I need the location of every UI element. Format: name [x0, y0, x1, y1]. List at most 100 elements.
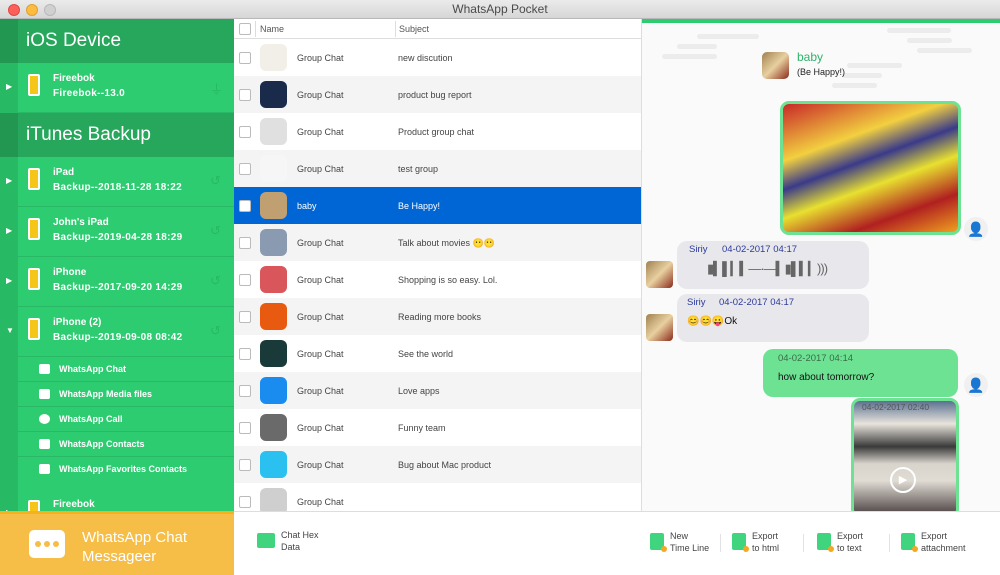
chat-list-row[interactable]: Group Chat: [234, 483, 641, 511]
chat-list-row[interactable]: Group Chat See the world: [234, 335, 641, 372]
row-name: Group Chat: [297, 275, 344, 285]
contact-avatar[interactable]: [762, 52, 789, 79]
row-name: Group Chat: [297, 460, 344, 470]
row-checkbox[interactable]: [239, 385, 251, 397]
restore-icon[interactable]: ↺: [210, 323, 221, 339]
row-name: Group Chat: [297, 386, 344, 396]
ios-device-header: iOS Device: [0, 19, 234, 63]
row-name: Group Chat: [297, 349, 344, 359]
audio-message[interactable]: Siriy 04-02-2017 04:17 ▮▍▌▎▍—·—▍▮▌▍▎))): [677, 241, 869, 289]
row-checkbox[interactable]: [239, 496, 251, 508]
collapse-arrow-icon[interactable]: ▼: [6, 326, 14, 335]
phone-icon: [28, 318, 40, 340]
column-name[interactable]: Name: [260, 24, 284, 34]
row-checkbox[interactable]: [239, 348, 251, 360]
text-message-out[interactable]: 04-02-2017 04:14 how about tomorrow?: [763, 349, 958, 397]
export-attachment-button[interactable]: Export attachment: [901, 530, 966, 554]
chat-list-row[interactable]: Group Chat product bug report: [234, 76, 641, 113]
chat-list-row[interactable]: Group Chat test group: [234, 150, 641, 187]
phone-icon: [28, 218, 40, 240]
chat-list-row[interactable]: Group Chat Love apps: [234, 372, 641, 409]
restore-icon[interactable]: ↺: [210, 273, 221, 289]
backup-item[interactable]: ▶ John's iPad Backup--2019-04-28 18:29 ↺: [0, 207, 234, 257]
chat-list-row[interactable]: Group Chat Reading more books: [234, 298, 641, 335]
expand-arrow-icon[interactable]: ▶: [6, 176, 12, 185]
sender-avatar[interactable]: [646, 261, 673, 288]
column-subject[interactable]: Subject: [399, 24, 429, 34]
title-bar: WhatsApp Pocket: [0, 0, 1000, 19]
minimize-window-button[interactable]: [26, 4, 38, 16]
chat-list-row[interactable]: Group Chat new discution: [234, 39, 641, 76]
export-html-button[interactable]: Export to html: [732, 530, 779, 554]
sidebar-item-whatsapp-contacts[interactable]: WhatsApp Contacts: [0, 432, 234, 457]
contact-icon: [39, 439, 50, 449]
expand-arrow-icon[interactable]: ▶: [6, 226, 12, 235]
group-avatar: [260, 488, 287, 511]
zoom-window-button[interactable]: [44, 4, 56, 16]
folder-chat-icon: [257, 533, 275, 548]
restore-icon[interactable]: ↺: [210, 173, 221, 189]
row-checkbox[interactable]: [239, 163, 251, 175]
audio-waveform-icon[interactable]: ▮▍▌▎▍—·—▍▮▌▍▎))): [707, 261, 828, 277]
group-avatar: [260, 414, 287, 441]
image-message[interactable]: [780, 101, 961, 235]
chat-view: baby (Be Happy!) 👤 Siriy 04-02-2017 04:1…: [642, 19, 1000, 511]
sidebar-item-whatsapp-media[interactable]: WhatsApp Media files: [0, 382, 234, 407]
user-avatar-icon: 👤: [964, 217, 988, 241]
sidebar-item-whatsapp-chat[interactable]: WhatsApp Chat: [0, 357, 234, 382]
chat-contact-name: baby: [797, 50, 824, 64]
backup-item[interactable]: ▶ iPhone Backup--2017-09-20 14:29 ↺: [0, 257, 234, 307]
row-subject: Love apps: [398, 386, 440, 396]
brand-logo: WhatsApp Chat Messageer: [0, 511, 234, 575]
timeline-icon: [650, 533, 667, 552]
phone-icon: [28, 74, 40, 96]
row-checkbox[interactable]: [239, 237, 251, 249]
row-checkbox[interactable]: [239, 126, 251, 138]
close-window-button[interactable]: [8, 4, 20, 16]
sender-avatar[interactable]: [646, 314, 673, 341]
group-avatar: [260, 377, 287, 404]
chat-list: Name Subject Group Chat new discution Grou…: [234, 19, 642, 511]
row-name: Group Chat: [297, 53, 344, 63]
chat-hex-data-button[interactable]: Chat Hex Data: [257, 529, 319, 553]
export-text-button[interactable]: Export to text: [817, 530, 863, 554]
chat-list-row[interactable]: Group Chat Funny team: [234, 409, 641, 446]
new-timeline-button[interactable]: New Time Line: [650, 530, 709, 554]
row-checkbox[interactable]: [239, 52, 251, 64]
chat-list-row[interactable]: Group Chat Talk about movies 😶😶: [234, 224, 641, 261]
backup-item[interactable]: ▼ iPhone (2) Backup--2019-09-08 08:42 ↺: [0, 307, 234, 357]
text-message[interactable]: Siriy 04-02-2017 04:17 😊😊😛Ok: [677, 294, 869, 342]
chat-list-row[interactable]: baby Be Happy!: [234, 187, 641, 224]
chat-list-row[interactable]: Group Chat Product group chat: [234, 113, 641, 150]
sidebar-item-whatsapp-favorites[interactable]: WhatsApp Favorites Contacts: [0, 457, 234, 489]
backup-item[interactable]: ▶ iPad Backup--2018-11-28 18:22 ↺: [0, 157, 234, 207]
select-all-checkbox[interactable]: [239, 23, 251, 35]
group-avatar: [260, 229, 287, 256]
play-icon[interactable]: ▶: [890, 467, 916, 493]
expand-arrow-icon[interactable]: ▶: [6, 276, 12, 285]
chat-list-row[interactable]: Group Chat Shopping is so easy. Lol.: [234, 261, 641, 298]
video-message[interactable]: 04-02-2017 02:40 ▶: [851, 398, 959, 511]
phone-icon: [28, 268, 40, 290]
row-subject: Product group chat: [398, 127, 475, 137]
chat-icon: [39, 364, 50, 374]
row-checkbox[interactable]: [239, 459, 251, 471]
row-checkbox[interactable]: [239, 89, 251, 101]
row-checkbox[interactable]: [239, 311, 251, 323]
row-checkbox[interactable]: [239, 422, 251, 434]
chat-contact-status: (Be Happy!): [797, 67, 846, 77]
row-checkbox[interactable]: [239, 274, 251, 286]
expand-arrow-icon[interactable]: ▶: [6, 82, 12, 91]
backup-item[interactable]: ▶ Fireebok: [0, 489, 234, 511]
list-header: Name Subject: [234, 19, 641, 39]
row-checkbox[interactable]: [239, 200, 251, 212]
group-avatar: [260, 155, 287, 182]
row-subject: Be Happy!: [398, 201, 441, 211]
group-avatar: [260, 192, 287, 219]
chat-bubble-icon: [29, 530, 65, 558]
chat-list-row[interactable]: Group Chat Bug about Mac product: [234, 446, 641, 483]
restore-icon[interactable]: ↺: [210, 223, 221, 239]
bookmark-icon: [39, 464, 50, 474]
sidebar-item-whatsapp-call[interactable]: WhatsApp Call: [0, 407, 234, 432]
device-item-fireebok[interactable]: ▶ Fireebok Fireebok--13.0 ⏚: [0, 63, 234, 113]
